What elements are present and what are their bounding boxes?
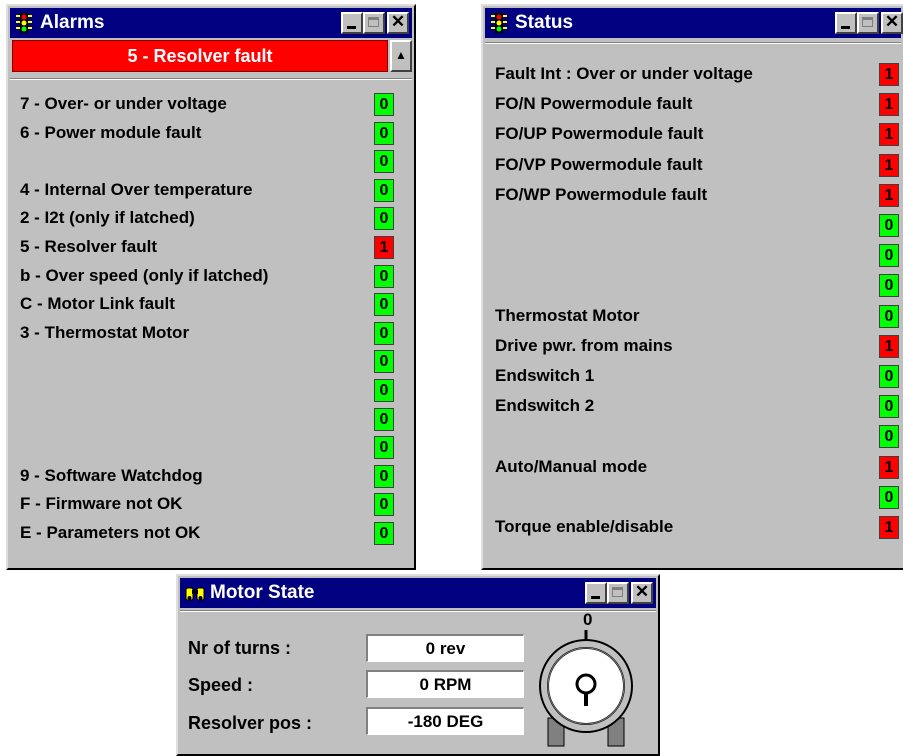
scroll-up-button[interactable]: ▲ <box>390 40 412 72</box>
status-indicator: 0 <box>879 365 899 388</box>
status-indicator: 0 <box>879 425 899 449</box>
alarm-indicator: 0 <box>374 264 394 288</box>
minimize-icon <box>841 26 850 29</box>
traffic-light-icon <box>491 13 507 33</box>
minimize-button[interactable] <box>585 582 607 604</box>
alarm-indicator: 0 <box>374 407 394 431</box>
status-row-label: Fault Int : Over or under voltage <box>495 64 753 83</box>
minimize-button[interactable] <box>835 12 857 34</box>
maximize-icon <box>612 587 623 597</box>
alarm-indicator: 0 <box>374 93 394 116</box>
alarm-row-label: 6 - Power module fault <box>20 122 202 142</box>
close-icon: ✕ <box>634 582 650 601</box>
close-icon: ✕ <box>884 12 900 31</box>
status-indicator: 0 <box>879 244 899 268</box>
alarm-row-label: C - Motor Link fault <box>20 294 175 314</box>
traffic-light-icon <box>16 13 32 33</box>
alarm-indicator: 0 <box>374 436 394 460</box>
resolver-pos-label: Resolver pos : <box>188 713 313 733</box>
maximize-icon <box>862 17 873 27</box>
alarm-indicator: 0 <box>374 150 394 174</box>
alarm-row-label: F - Firmware not OK <box>20 494 183 514</box>
binoculars-icon <box>185 587 205 601</box>
window-title: Alarms <box>40 12 105 33</box>
speed-label: Speed : <box>188 675 254 695</box>
status-window: Status ✕ Fault Int : Over or under volta… <box>481 4 903 570</box>
status-indicator: 1 <box>879 455 899 479</box>
close-button[interactable]: ✕ <box>881 12 903 34</box>
maximize-button[interactable] <box>363 12 385 34</box>
minimize-icon <box>347 26 356 29</box>
resolver-pos-field: -180 DEG <box>366 707 524 735</box>
status-row-label: Thermostat Motor <box>495 305 640 325</box>
minimize-button[interactable] <box>341 12 363 34</box>
turns-label: Nr of turns : <box>188 638 291 658</box>
alarm-indicator: 0 <box>374 121 394 145</box>
alarm-indicator: 0 <box>374 321 394 345</box>
alarm-row-label: b - Over speed (only if latched) <box>20 265 269 285</box>
speed-field: 0 RPM <box>366 670 524 698</box>
status-indicator: 1 <box>879 123 899 147</box>
status-row-label: Torque enable/disable <box>495 517 674 536</box>
close-button[interactable]: ✕ <box>387 12 409 34</box>
status-row-label: FO/VP Powermodule fault <box>495 154 703 174</box>
status-row-label: Drive pwr. from mains <box>495 335 673 355</box>
alarm-row-label: 7 - Over- or under voltage <box>20 94 227 113</box>
alarm-indicator: 0 <box>374 522 394 545</box>
minimize-icon <box>591 596 600 599</box>
alarm-indicator: 0 <box>374 178 394 202</box>
close-button[interactable]: ✕ <box>631 582 653 604</box>
alarms-window: Alarms ✕ 5 - Resolver fault ▲ 7 - Over- … <box>6 4 416 570</box>
status-row-label: FO/WP Powermodule fault <box>495 184 708 204</box>
status-row-label: Auto/Manual mode <box>495 456 648 476</box>
status-row-label: FO/N Powermodule fault <box>495 94 693 114</box>
motor-icon <box>539 630 633 747</box>
close-icon: ✕ <box>390 12 406 31</box>
window-title: Motor State <box>210 582 315 603</box>
alarm-indicator: 0 <box>374 464 394 488</box>
window-title: Status <box>515 12 574 33</box>
alarm-indicator: 0 <box>374 493 394 517</box>
status-indicator: 0 <box>879 395 899 419</box>
alarm-row-label: E - Parameters not OK <box>20 523 201 542</box>
alarm-row-label: 9 - Software Watchdog <box>20 465 203 485</box>
status-indicator: 1 <box>879 334 899 358</box>
status-row-label: Endswitch 1 <box>495 366 595 385</box>
alarm-indicator: 0 <box>374 207 394 231</box>
status-indicator: 0 <box>879 304 899 328</box>
status-indicator: 1 <box>879 183 899 207</box>
divider <box>10 78 412 80</box>
alarm-indicator: 0 <box>374 293 394 317</box>
status-row-label: FO/UP Powermodule fault <box>495 124 704 144</box>
motor-state-window: Motor State ✕ Nr of turns : 0 rev Speed … <box>176 574 660 756</box>
status-indicator: 0 <box>879 485 899 509</box>
maximize-button[interactable] <box>857 12 879 34</box>
status-titlebar[interactable]: Status ✕ <box>485 8 903 38</box>
status-indicator: 0 <box>879 214 899 237</box>
status-row-label: Endswitch 2 <box>495 396 595 416</box>
status-indicator: 0 <box>879 274 899 298</box>
alarm-row-label: 4 - Internal Over temperature <box>20 179 253 199</box>
status-indicator: 1 <box>879 516 899 539</box>
maximize-button[interactable] <box>607 582 629 604</box>
alarm-indicator: 0 <box>374 350 394 374</box>
divider <box>485 42 901 44</box>
alarm-indicator: 0 <box>374 379 394 402</box>
motor-state-titlebar[interactable]: Motor State ✕ <box>180 578 656 608</box>
alarm-row-label: 5 - Resolver fault <box>20 237 157 256</box>
alarm-row-label: 2 - I2t (only if latched) <box>20 208 195 228</box>
alarm-row-label: 3 - Thermostat Motor <box>20 322 190 342</box>
status-indicator: 1 <box>879 63 899 86</box>
status-indicator: 1 <box>879 153 899 177</box>
alarms-titlebar[interactable]: Alarms ✕ <box>10 8 412 38</box>
maximize-icon <box>368 17 379 27</box>
turns-field: 0 rev <box>366 634 524 662</box>
alarm-indicator: 1 <box>374 236 394 259</box>
status-indicator: 1 <box>879 93 899 117</box>
active-alarm-banner: 5 - Resolver fault <box>12 40 388 72</box>
